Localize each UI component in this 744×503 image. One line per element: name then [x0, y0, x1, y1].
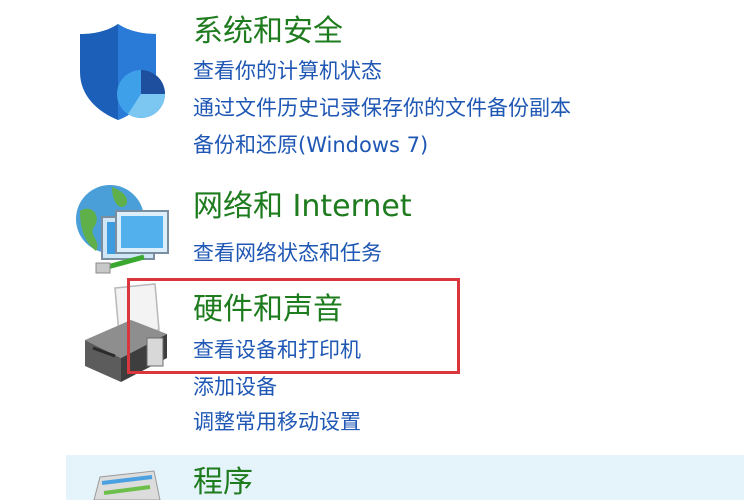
link-backup-restore-win7[interactable]: 备份和还原(Windows 7) [193, 130, 428, 160]
category-system-security: 系统和安全 查看你的计算机状态 通过文件历史记录保存你的文件备份副本 备份和还原… [0, 0, 744, 170]
link-view-computer-status[interactable]: 查看你的计算机状态 [193, 56, 382, 86]
category-title-system-security[interactable]: 系统和安全 [193, 12, 343, 52]
category-network-internet: 网络和 Internet 查看网络状态和任务 [0, 175, 744, 275]
category-title-network-internet[interactable]: 网络和 Internet [193, 187, 412, 227]
category-programs: 程序 [0, 455, 744, 500]
network-globe-icon[interactable] [72, 183, 172, 278]
link-view-network-status[interactable]: 查看网络状态和任务 [193, 238, 382, 268]
highlight-box [127, 278, 460, 374]
link-add-device[interactable]: 添加设备 [193, 372, 277, 402]
link-mobility-settings[interactable]: 调整常用移动设置 [193, 407, 361, 437]
category-title-programs[interactable]: 程序 [193, 463, 253, 503]
link-file-history-backup[interactable]: 通过文件历史记录保存你的文件备份副本 [193, 93, 571, 123]
programs-icon[interactable] [80, 465, 170, 500]
shield-icon[interactable] [78, 22, 168, 122]
